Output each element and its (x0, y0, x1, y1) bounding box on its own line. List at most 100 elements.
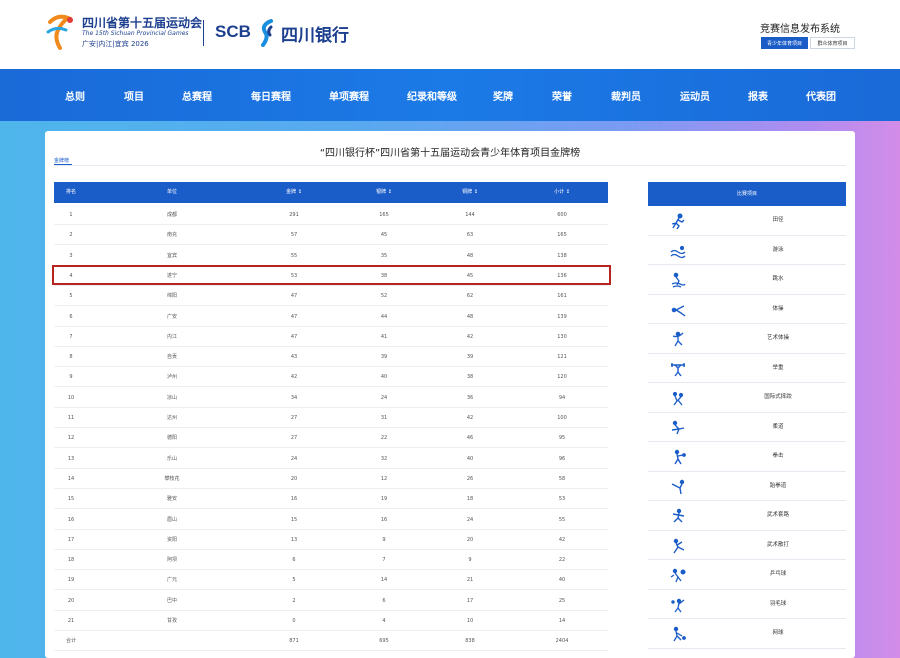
sport-label: 国际式摔跤 (764, 394, 792, 400)
cell-bronze: 144 (465, 212, 475, 218)
cell-silver: 12 (380, 475, 388, 482)
judo-icon (671, 420, 685, 434)
cell-gold: 15 (290, 516, 298, 523)
cell-subtotal: 42 (558, 536, 566, 543)
nav-athletes[interactable]: 运动员 (680, 88, 710, 103)
sport-label: 体操 (772, 305, 784, 312)
nav-daily-schedule[interactable]: 每日赛程 (251, 88, 291, 103)
games-name-cn: 四川省第十五届运动会 (82, 16, 203, 30)
cell-gold: 47 (290, 333, 298, 340)
sport-item[interactable]: 柔道 (648, 413, 846, 442)
cell-bronze: 17 (466, 597, 474, 604)
col-bronze-header[interactable]: 铜牌 ↕ (440, 182, 500, 203)
nav-reports[interactable]: 报表 (748, 88, 768, 103)
nav-general[interactable]: 总则 (65, 88, 85, 103)
nav-referees[interactable]: 裁判员 (611, 88, 641, 103)
cell-subtotal: 121 (557, 354, 567, 361)
games-name-en: The 15th Sichuan Provincial Games (82, 30, 189, 37)
cell-gold: 47 (290, 293, 298, 300)
cell-bronze: 63 (466, 232, 474, 239)
table-row: 17 资阳 13 9 20 42 (54, 530, 608, 550)
sport-label: 武术散打 (766, 541, 789, 548)
tennis-icon (673, 626, 686, 642)
nav-honors[interactable]: 荣誉 (552, 88, 572, 103)
sports-list-header: 比赛项目 (648, 182, 846, 206)
cell-bronze: 46 (466, 435, 474, 442)
nav-medals[interactable]: 奖牌 (493, 88, 513, 103)
nav-delegations[interactable]: 代表团 (806, 88, 836, 103)
sport-item[interactable]: 举重 (648, 354, 846, 383)
sport-item[interactable]: 游泳 (648, 236, 846, 265)
cell-unit: 乐山 (166, 455, 177, 462)
wushu-taolu-icon (672, 508, 685, 523)
tab-gold-table[interactable]: 金牌榜 (54, 157, 69, 164)
cell-gold: 43 (290, 354, 298, 361)
table-row: 16 眉山 15 16 24 55 (54, 510, 608, 530)
sport-item[interactable]: 艺术体操 (648, 324, 846, 354)
tab-youth-sports[interactable]: 青少年体育项目 (761, 37, 808, 49)
sport-item[interactable]: 跆拳道 (648, 472, 846, 501)
tab-mass-sports[interactable]: 群众体育项目 (810, 37, 855, 49)
sport-item[interactable]: 乒乓球 (648, 560, 846, 590)
wrestling-icon (672, 391, 684, 406)
table-row: 7 内江 47 41 42 130 (54, 327, 608, 347)
nav-records[interactable]: 纪录和等级 (407, 88, 457, 103)
gymnastics-icon (671, 304, 686, 317)
cell-silver: 22 (380, 435, 388, 442)
cell-rank: 8 (69, 354, 73, 361)
sport-item[interactable]: 跳水 (648, 265, 846, 295)
col-gold-header[interactable]: 金牌 ↕ (264, 182, 324, 203)
table-row: 6 广安 47 44 48 139 (54, 307, 608, 327)
top-header: 四川省第十五届运动会 The 15th Sichuan Provincial G… (0, 0, 900, 69)
diving-icon (671, 272, 686, 288)
sport-item[interactable]: 网球 (648, 619, 846, 649)
weightlifting-icon (671, 362, 685, 376)
cell-subtotal: 600 (557, 212, 567, 218)
cell-unit: 自贡 (166, 354, 177, 361)
cell-silver: 16 (380, 516, 388, 523)
badminton-icon (671, 598, 685, 612)
cell-rank: 21 (67, 618, 75, 624)
cell-rank: 1 (69, 212, 73, 218)
cell-unit: 成都 (166, 212, 177, 218)
table-row: 13 乐山 24 32 40 96 (54, 449, 608, 469)
cell-gold: 27 (290, 415, 298, 421)
sport-label: 羽毛球 (769, 600, 787, 607)
nav-master-schedule[interactable]: 总赛程 (182, 88, 212, 103)
sport-item[interactable]: 田径 (648, 206, 846, 236)
table-tennis-icon (670, 568, 686, 583)
cell-subtotal: 138 (557, 252, 567, 259)
sport-label: 网球 (772, 630, 784, 636)
col-subtotal-header[interactable]: 小计 ↕ (532, 182, 592, 203)
cell-gold: 291 (289, 212, 299, 218)
nav-events[interactable]: 项目 (124, 88, 144, 103)
sport-item[interactable]: 羽毛球 (648, 590, 846, 619)
cell-rank: 12 (67, 435, 75, 442)
cell-bronze: 42 (466, 333, 474, 340)
sport-item[interactable]: 国际式摔跤 (648, 383, 846, 413)
cell-silver: 39 (380, 354, 388, 361)
cell-silver: 45 (380, 232, 388, 239)
cell-silver: 7 (382, 557, 386, 564)
cell-subtotal: 55 (558, 516, 566, 523)
swimming-icon (670, 245, 686, 258)
cell-rank: 18 (67, 557, 75, 564)
cell-rank: 13 (67, 455, 75, 462)
sport-label: 乒乓球 (769, 571, 787, 577)
cell-subtotal: 165 (557, 232, 567, 239)
col-silver-header[interactable]: 银牌 ↕ (354, 182, 414, 203)
cell-rank: 6 (69, 313, 73, 320)
sport-item[interactable]: 武术套路 (648, 501, 846, 531)
sponsor-cn: 四川银行 (281, 26, 349, 46)
nav-event-schedule[interactable]: 单项赛程 (329, 88, 369, 103)
cell-rank: 14 (67, 475, 75, 482)
athletics-icon (671, 213, 685, 229)
cell-subtotal: 139 (557, 313, 567, 320)
sport-item[interactable]: 武术散打 (648, 531, 846, 560)
cell-unit: 攀枝花 (164, 475, 180, 482)
cell-bronze: 21 (466, 577, 474, 584)
table-row: 19 广元 5 14 21 40 (54, 570, 608, 591)
sport-item[interactable]: 体操 (648, 295, 846, 324)
sport-item[interactable]: 拳击 (648, 442, 846, 472)
games-logo[interactable]: 四川省第十五届运动会 The 15th Sichuan Provincial G… (44, 12, 204, 56)
